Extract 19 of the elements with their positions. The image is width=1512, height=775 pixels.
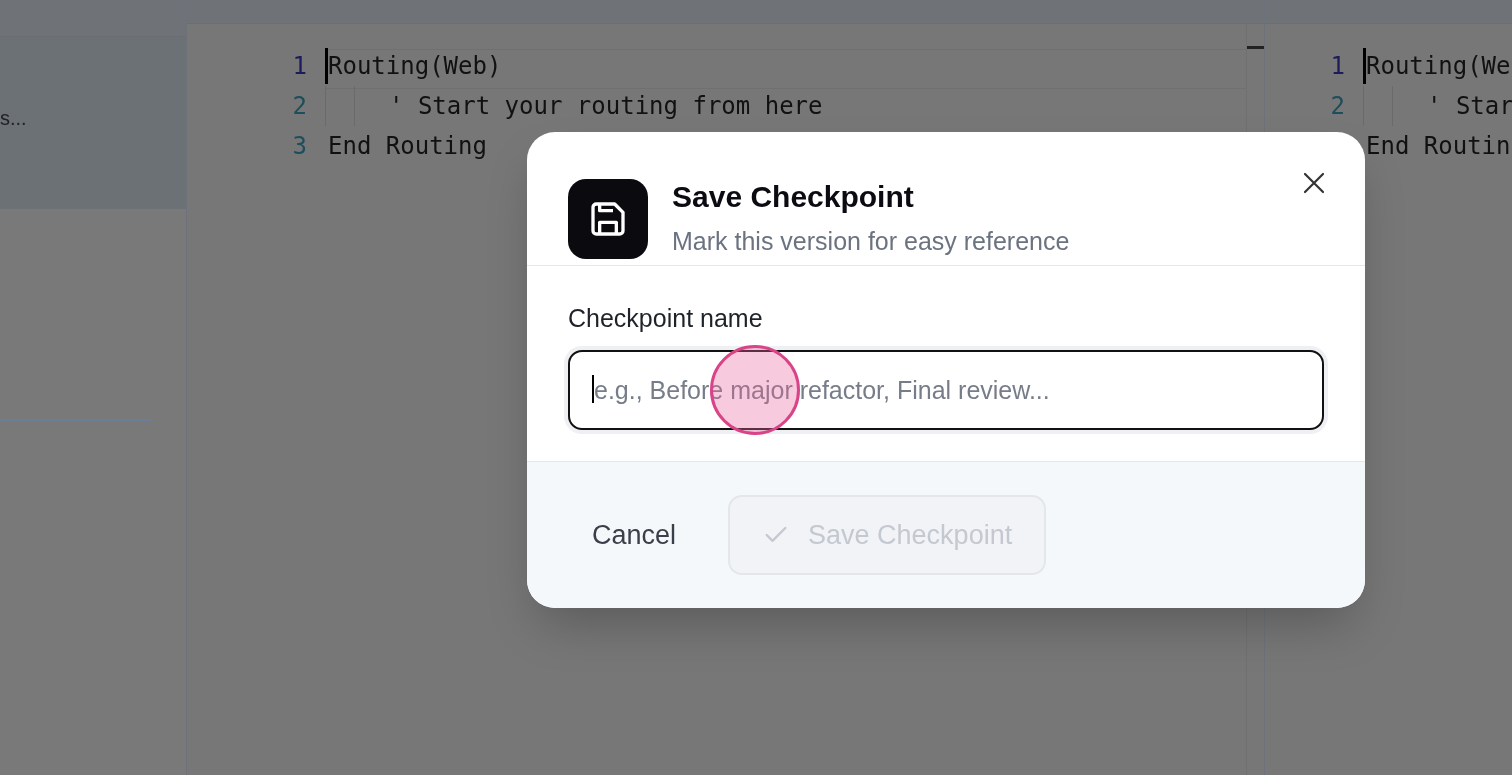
code-line: End Routing (328, 131, 487, 162)
code-line: ' Start your routing from here (389, 91, 823, 122)
line-number: 2 (291, 91, 307, 122)
code-line: ' Star (1427, 91, 1512, 122)
line-number: 1 (1329, 51, 1345, 82)
cancel-button[interactable]: Cancel (568, 495, 701, 575)
dialog-subtitle: Mark this version for easy reference (672, 226, 1070, 257)
text-cursor (325, 48, 328, 84)
field-label: Checkpoint name (568, 303, 764, 334)
line-number: 3 (291, 131, 307, 162)
save-icon (568, 179, 648, 259)
line-number: 1 (291, 51, 307, 82)
code-line: Routing(We (1366, 51, 1511, 82)
line-number: 2 (1329, 91, 1345, 122)
sidebar-text: s... (0, 106, 27, 131)
code-line: End Routin (1366, 131, 1511, 162)
dialog-title: Save Checkpoint (672, 179, 915, 215)
text-cursor (1363, 48, 1366, 84)
code-line: Routing(Web) (328, 51, 502, 82)
